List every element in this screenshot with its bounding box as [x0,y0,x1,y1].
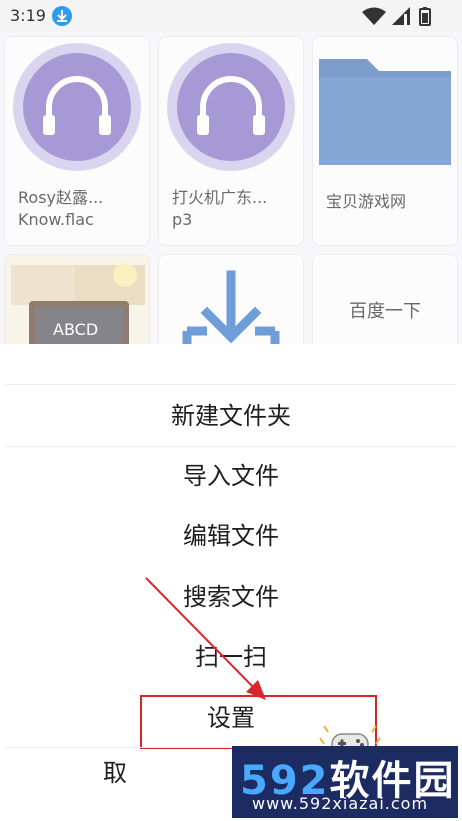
divider [6,384,456,385]
watermark: 592软件园 www.592xiazai.com [232,746,458,818]
menu-item-edit-file[interactable]: 编辑文件 [0,506,462,566]
wifi-icon [362,7,386,25]
file-grid: Rosy赵露... Know.flac 打火机广东... p3 宝贝游戏网 AB… [0,32,462,344]
dim-overlay [0,32,462,344]
menu-item-new-folder[interactable]: 新建文件夹 [0,386,462,446]
menu-item-scan[interactable]: 扫一扫 [0,627,462,687]
status-time: 3:19 [10,6,46,25]
menu-item-search-file[interactable]: 搜索文件 [0,567,462,627]
status-bar: 3:19 [0,0,462,32]
status-icons [362,7,431,26]
signal-icon [392,7,410,25]
battery-icon [419,7,431,26]
menu-item-import-file[interactable]: 导入文件 [0,446,462,506]
watermark-url: www.592xiazai.com [252,794,429,813]
menu-item-cancel[interactable]: 取 [0,743,230,803]
download-icon [52,6,72,26]
